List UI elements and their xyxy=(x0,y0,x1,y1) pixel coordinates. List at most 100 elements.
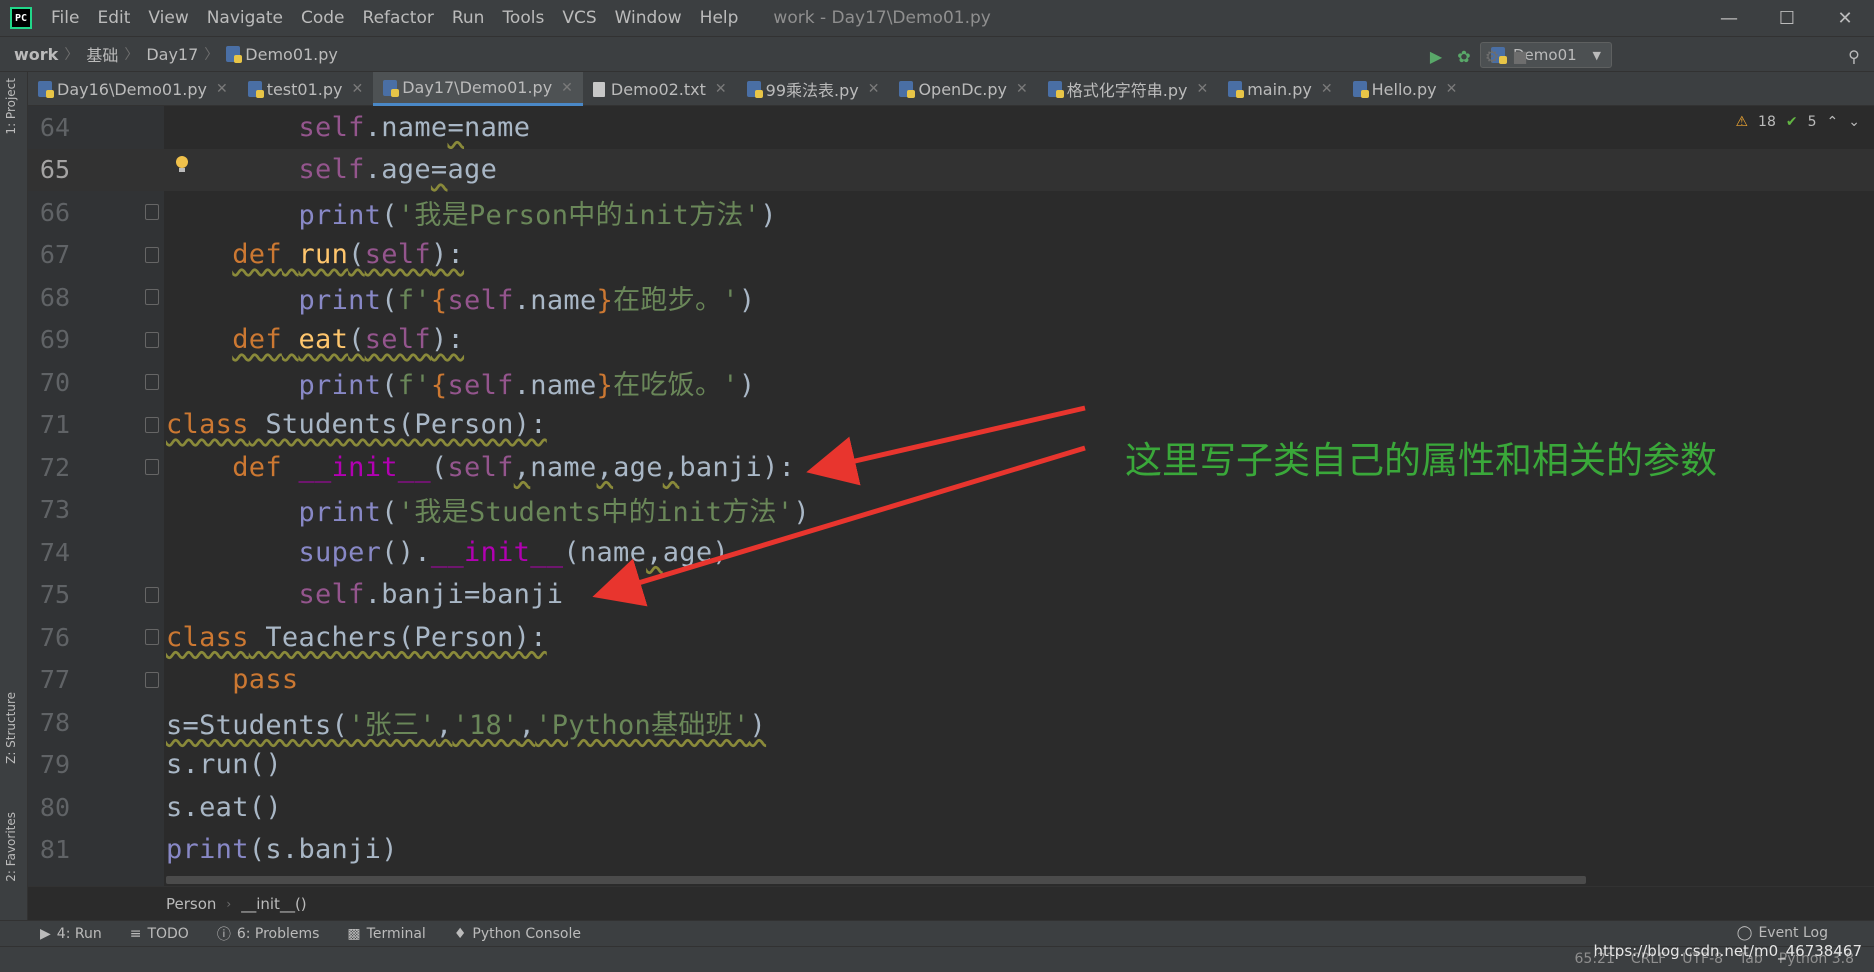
terminal-icon: ▩ xyxy=(347,925,361,942)
fold-icon[interactable] xyxy=(145,289,159,306)
problems-tool-button[interactable]: ⓘ 6: Problems xyxy=(217,924,320,944)
fold-icon[interactable] xyxy=(145,629,159,646)
fold-icon[interactable] xyxy=(145,246,159,263)
close-tab-icon[interactable]: ✕ xyxy=(1196,81,1208,97)
python-file-icon xyxy=(746,81,763,98)
breadcrumb-subfolder[interactable]: Day17 xyxy=(138,45,204,64)
tab-day17-demo01[interactable]: Day17\Demo01.py ✕ xyxy=(373,72,583,106)
close-tab-icon[interactable]: ✕ xyxy=(1321,81,1333,97)
tab-label: main.py xyxy=(1247,79,1312,99)
tab-format-string[interactable]: 格式化字符串.py ✕ xyxy=(1038,72,1218,106)
code-line[interactable]: 78 s=Students('张三','18','Python基础班') xyxy=(28,701,1874,744)
code-line[interactable]: 66 print('我是Person中的init方法') xyxy=(28,191,1874,234)
tab-hello[interactable]: Hello.py ✕ xyxy=(1343,72,1468,106)
code-line[interactable]: 67 def run(self): xyxy=(28,234,1874,277)
minimize-icon[interactable]: — xyxy=(1700,0,1758,36)
code-line[interactable]: 80 s.eat() xyxy=(28,786,1874,829)
fold-icon[interactable] xyxy=(145,374,159,391)
code-editor[interactable]: 64 self.name=name 65 self.age=age 66 pri… xyxy=(28,106,1874,886)
close-tab-icon[interactable]: ✕ xyxy=(868,81,880,97)
menu-edit[interactable]: Edit xyxy=(88,8,139,28)
fold-icon[interactable] xyxy=(145,204,159,221)
line-number: 64 xyxy=(39,112,70,142)
warning-icon: ⚠ xyxy=(1735,114,1749,130)
menu-vcs[interactable]: VCS xyxy=(553,8,605,28)
lightbulb-icon[interactable] xyxy=(176,156,188,172)
code-line[interactable]: 77 pass xyxy=(28,659,1874,702)
code-line[interactable]: 79 s.run() xyxy=(28,744,1874,787)
chevron-down-icon[interactable]: ⌄ xyxy=(1848,114,1860,130)
code-line[interactable]: 76 class Teachers(Person): xyxy=(28,616,1874,659)
breadcrumb-file[interactable]: Demo01.py xyxy=(218,45,344,64)
menu-navigate[interactable]: Navigate xyxy=(198,8,292,28)
horizontal-scrollbar[interactable] xyxy=(166,876,1586,884)
close-tab-icon[interactable]: ✕ xyxy=(1446,81,1458,97)
python-console-button[interactable]: ♦ Python Console xyxy=(454,926,581,942)
tab-main[interactable]: main.py ✕ xyxy=(1218,72,1342,106)
close-tab-icon[interactable]: ✕ xyxy=(351,81,363,97)
fold-icon[interactable] xyxy=(145,416,159,433)
menu-run[interactable]: Run xyxy=(443,8,494,28)
menu-view[interactable]: View xyxy=(139,8,197,28)
terminal-tool-button[interactable]: ▩ Terminal xyxy=(347,926,425,942)
event-log-button[interactable]: ◯ Event Log xyxy=(1737,925,1828,941)
code-line[interactable]: 81 print(s.banji) xyxy=(28,829,1874,872)
menu-window[interactable]: Window xyxy=(606,8,691,28)
tab-test01[interactable]: test01.py ✕ xyxy=(238,72,374,106)
tab-label: Demo02.txt xyxy=(610,79,706,99)
close-icon[interactable]: ✕ xyxy=(1816,0,1874,36)
code-line[interactable]: 70 print(f'{self.name}在吃饭。') xyxy=(28,361,1874,404)
project-tool-tab[interactable]: 1: Project xyxy=(4,78,18,135)
favorites-tool-tab[interactable]: 2: Favorites xyxy=(4,812,18,882)
todo-tool-button[interactable]: ≡ TODO xyxy=(130,926,189,942)
close-tab-icon[interactable]: ✕ xyxy=(715,81,727,97)
fold-icon[interactable] xyxy=(145,586,159,603)
tab-99-multiplication[interactable]: 99乘法表.py ✕ xyxy=(737,72,890,106)
stop-icon[interactable]: ■ xyxy=(1510,46,1530,66)
python-console-label: Python Console xyxy=(472,925,581,942)
chevron-up-icon[interactable]: ⌃ xyxy=(1827,114,1839,130)
code-line[interactable]: 64 self.name=name xyxy=(28,106,1874,149)
close-tab-icon[interactable]: ✕ xyxy=(561,80,573,96)
code-line[interactable]: 69 def eat(self): xyxy=(28,319,1874,362)
breadcrumb-project[interactable]: work xyxy=(0,45,64,64)
tab-day16-demo01[interactable]: Day16\Demo01.py ✕ xyxy=(28,72,238,106)
menu-refactor[interactable]: Refactor xyxy=(354,8,443,28)
code-line-current[interactable]: 65 self.age=age xyxy=(28,148,1874,191)
inspection-widget[interactable]: ⚠ 18 ✔ 5 ⌃ ⌄ xyxy=(1735,114,1860,130)
code-line[interactable]: 68 print(f'{self.name}在跑步。') xyxy=(28,276,1874,319)
line-number: 65 xyxy=(39,155,70,185)
fold-icon[interactable] xyxy=(145,459,159,476)
search-icon[interactable]: ⚲ xyxy=(1844,46,1864,66)
line-number: 71 xyxy=(39,410,70,440)
event-log-icon: ◯ xyxy=(1736,925,1753,941)
run-tool-label: 4: Run xyxy=(56,925,102,942)
close-tab-icon[interactable]: ✕ xyxy=(1016,81,1028,97)
fold-icon[interactable] xyxy=(145,331,159,348)
run-tool-button[interactable]: ▶ 4: Run xyxy=(40,926,102,942)
code-line[interactable]: 73 print('我是Students中的init方法') xyxy=(28,489,1874,532)
menu-file[interactable]: File xyxy=(42,8,88,28)
menu-code[interactable]: Code xyxy=(292,8,354,28)
menu-help[interactable]: Help xyxy=(691,8,748,28)
debug-icon[interactable]: ✿ xyxy=(1454,46,1474,66)
breadcrumb-folder[interactable]: 基础 xyxy=(78,42,124,66)
tab-opendc[interactable]: OpenDc.py ✕ xyxy=(889,72,1037,106)
tab-label: Day16\Demo01.py xyxy=(57,79,207,99)
close-tab-icon[interactable]: ✕ xyxy=(216,81,228,97)
tab-label: test01.py xyxy=(266,79,343,99)
maximize-icon[interactable]: ☐ xyxy=(1758,0,1816,36)
code-line[interactable]: 74 super().__init__(name,age) xyxy=(28,531,1874,574)
coverage-icon[interactable]: ⚙ xyxy=(1482,46,1502,66)
python-file-icon xyxy=(226,46,243,63)
tab-demo02-txt[interactable]: Demo02.txt ✕ xyxy=(583,72,737,106)
warning-count: 18 xyxy=(1758,114,1776,130)
structure-class[interactable]: Person xyxy=(166,895,216,913)
tab-label: Day17\Demo01.py xyxy=(402,78,553,97)
run-icon[interactable]: ▶ xyxy=(1426,46,1446,66)
code-line[interactable]: 75 self.banji=banji xyxy=(28,574,1874,617)
structure-tool-tab[interactable]: Z: Structure xyxy=(4,692,18,764)
menu-tools[interactable]: Tools xyxy=(493,8,553,28)
fold-icon[interactable] xyxy=(145,671,159,688)
structure-method[interactable]: __init__() xyxy=(241,895,306,913)
